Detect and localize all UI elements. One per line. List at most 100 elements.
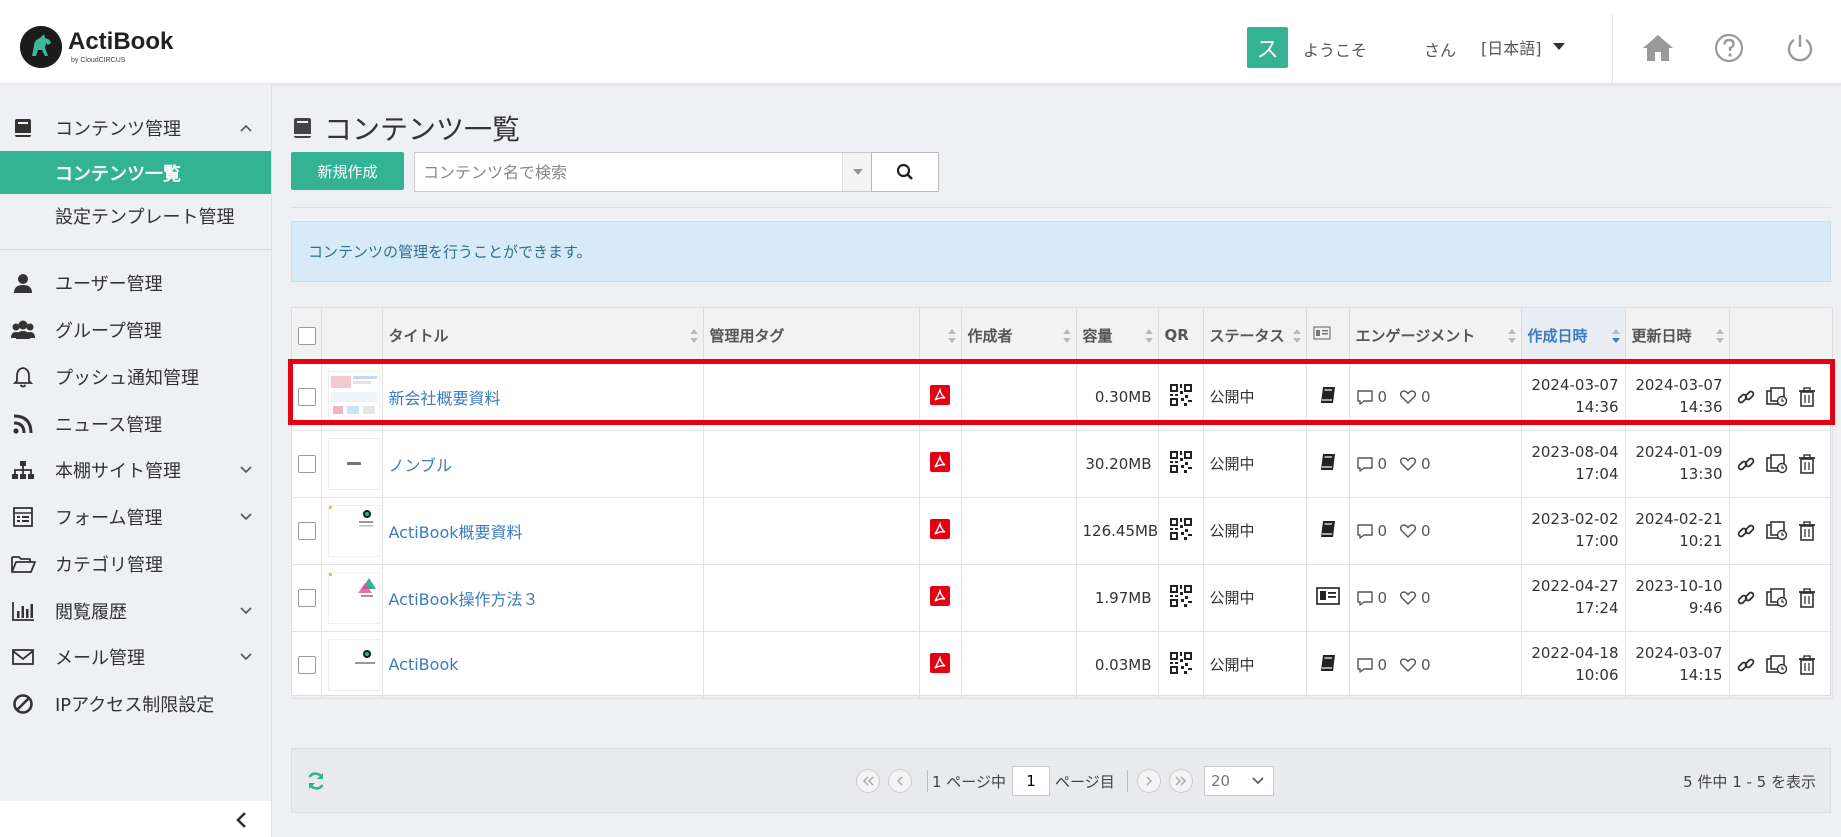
next-page-button[interactable] xyxy=(1137,769,1161,793)
creator-cell xyxy=(961,564,1077,632)
home-icon[interactable] xyxy=(1641,31,1675,65)
sidebar-item-user-mgmt[interactable]: ユーザー管理 xyxy=(0,260,271,306)
qr-code-icon[interactable] xyxy=(1169,517,1193,541)
search-dropdown[interactable] xyxy=(842,153,872,191)
sidebar-item-push-mgmt[interactable]: プッシュ通知管理 xyxy=(0,354,271,400)
sidebar-item-shelf-mgmt[interactable]: 本棚サイト管理 xyxy=(0,447,271,493)
book-view-icon[interactable] xyxy=(1318,653,1338,673)
result-count: 5 件中 1 - 5 を表示 xyxy=(1683,773,1816,791)
trash-icon[interactable] xyxy=(1798,453,1816,474)
trash-icon[interactable] xyxy=(1798,587,1816,608)
select-all-checkbox[interactable] xyxy=(298,326,316,345)
qr-code-icon[interactable] xyxy=(1169,450,1193,474)
refresh-icon[interactable] xyxy=(306,771,326,791)
row-checkbox[interactable] xyxy=(298,387,316,406)
created-header[interactable]: 作成日時 xyxy=(1521,308,1626,364)
sidebar-item-form-mgmt[interactable]: フォーム管理 xyxy=(0,494,271,540)
content-title-link[interactable]: ActiBook概要資料 xyxy=(389,523,523,542)
trash-icon[interactable] xyxy=(1798,520,1816,541)
qr-code-icon[interactable] xyxy=(1169,584,1193,608)
link-icon[interactable] xyxy=(1736,588,1756,608)
pdf-icon[interactable] xyxy=(929,451,951,473)
format-header[interactable] xyxy=(919,308,962,364)
size-header[interactable]: 容量 xyxy=(1076,308,1159,364)
chevron-left-icon[interactable] xyxy=(232,811,250,829)
sidebar-item-mail-mgmt[interactable]: メール管理 xyxy=(0,634,271,680)
id-card-icon[interactable] xyxy=(1315,586,1340,605)
sidebar-item-content-mgmt[interactable]: コンテンツ管理 xyxy=(0,105,271,151)
search-button[interactable] xyxy=(871,152,939,192)
last-page-button[interactable] xyxy=(1169,769,1193,793)
pdf-icon[interactable] xyxy=(929,652,951,674)
row-checkbox[interactable] xyxy=(298,655,316,674)
prev-page-button[interactable] xyxy=(888,769,912,793)
current-page-input[interactable] xyxy=(1012,766,1050,796)
language-selector[interactable]: [日本語] xyxy=(1481,35,1566,59)
sidebar-item-history[interactable]: 閲覧履歴 xyxy=(0,588,271,634)
updated-cell: 2024-01-09 13:30 xyxy=(1625,430,1730,498)
book-view-icon[interactable] xyxy=(1318,385,1338,405)
sidebar-item-news-mgmt[interactable]: ニュース管理 xyxy=(0,401,271,447)
content-title-link[interactable]: 新会社概要資料 xyxy=(389,389,501,408)
status-header[interactable]: ステータス xyxy=(1203,308,1307,364)
copy-icon[interactable] xyxy=(1765,587,1788,608)
link-icon[interactable] xyxy=(1736,454,1756,474)
size-cell: 126.45MB xyxy=(1076,497,1159,565)
help-icon[interactable] xyxy=(1712,31,1746,65)
trash-icon[interactable] xyxy=(1798,654,1816,675)
content-thumbnail[interactable] xyxy=(327,504,380,557)
row-select-cell xyxy=(292,363,322,431)
creator-header-label: 作成者 xyxy=(967,326,1013,345)
creator-header[interactable]: 作成者 xyxy=(961,308,1077,364)
content-thumbnail[interactable] xyxy=(327,571,380,624)
copy-icon[interactable] xyxy=(1765,520,1788,541)
content-title-link[interactable]: ノンブル xyxy=(389,456,453,475)
title-header[interactable]: タイトル xyxy=(382,308,704,364)
content-title-link[interactable]: ActiBook xyxy=(389,655,459,674)
qr-code-icon[interactable] xyxy=(1169,651,1193,675)
sidebar-item-group-mgmt[interactable]: グループ管理 xyxy=(0,307,271,353)
search-input[interactable] xyxy=(415,153,842,191)
book-view-icon[interactable] xyxy=(1318,519,1338,539)
content-thumbnail[interactable] xyxy=(327,370,380,423)
copy-icon[interactable] xyxy=(1765,386,1788,407)
copy-icon[interactable] xyxy=(1765,453,1788,474)
actions-header xyxy=(1729,308,1833,364)
format-cell xyxy=(919,430,962,498)
sidebar-item-category-mgmt[interactable]: カテゴリ管理 xyxy=(0,541,271,587)
updated-date: 2024-03-07 xyxy=(1635,643,1723,662)
new-content-button[interactable]: 新規作成 xyxy=(291,152,404,190)
link-icon[interactable] xyxy=(1736,655,1756,675)
size-cell: 30.20MB xyxy=(1076,430,1159,498)
thumbnail-cell xyxy=(321,430,383,498)
qr-code-icon[interactable] xyxy=(1169,383,1193,407)
trash-icon[interactable] xyxy=(1798,386,1816,407)
sidebar-item-content-list[interactable]: コンテンツ一覧 xyxy=(0,151,271,194)
engagement-header[interactable]: エンゲージメント xyxy=(1349,308,1522,364)
pdf-icon[interactable] xyxy=(929,384,951,406)
pdf-icon[interactable] xyxy=(929,518,951,540)
link-icon[interactable] xyxy=(1736,521,1756,541)
content-thumbnail[interactable] xyxy=(327,437,380,490)
created-cell: 2023-02-02 17:00 xyxy=(1521,497,1626,565)
row-checkbox[interactable] xyxy=(298,454,316,473)
copy-icon[interactable] xyxy=(1765,654,1788,675)
content-thumbnail[interactable] xyxy=(327,638,380,691)
content-title-link[interactable]: ActiBook操作方法３ xyxy=(389,590,539,609)
logo-sub: by CloudCIRCUS xyxy=(71,57,126,64)
sidebar-item-template-mgmt[interactable]: 設定テンプレート管理 xyxy=(0,194,271,237)
user-avatar[interactable]: ス xyxy=(1247,27,1288,68)
updated-header[interactable]: 更新日時 xyxy=(1625,308,1730,364)
pdf-icon[interactable] xyxy=(929,585,951,607)
info-alert-text: コンテンツの管理を行うことができます。 xyxy=(308,243,592,261)
sidebar-item-ip-restrict[interactable]: IPアクセス制限設定 xyxy=(0,681,271,727)
row-checkbox[interactable] xyxy=(298,521,316,540)
book-view-icon[interactable] xyxy=(1318,452,1338,472)
row-checkbox[interactable] xyxy=(298,588,316,607)
per-page-select[interactable]: 20 xyxy=(1204,766,1274,796)
link-icon[interactable] xyxy=(1736,387,1756,407)
first-page-button[interactable] xyxy=(856,769,880,793)
power-icon[interactable] xyxy=(1783,31,1817,65)
qr-header: QR xyxy=(1158,308,1204,364)
actibook-logo[interactable]: ActiBook by CloudCIRCUS xyxy=(20,26,173,68)
